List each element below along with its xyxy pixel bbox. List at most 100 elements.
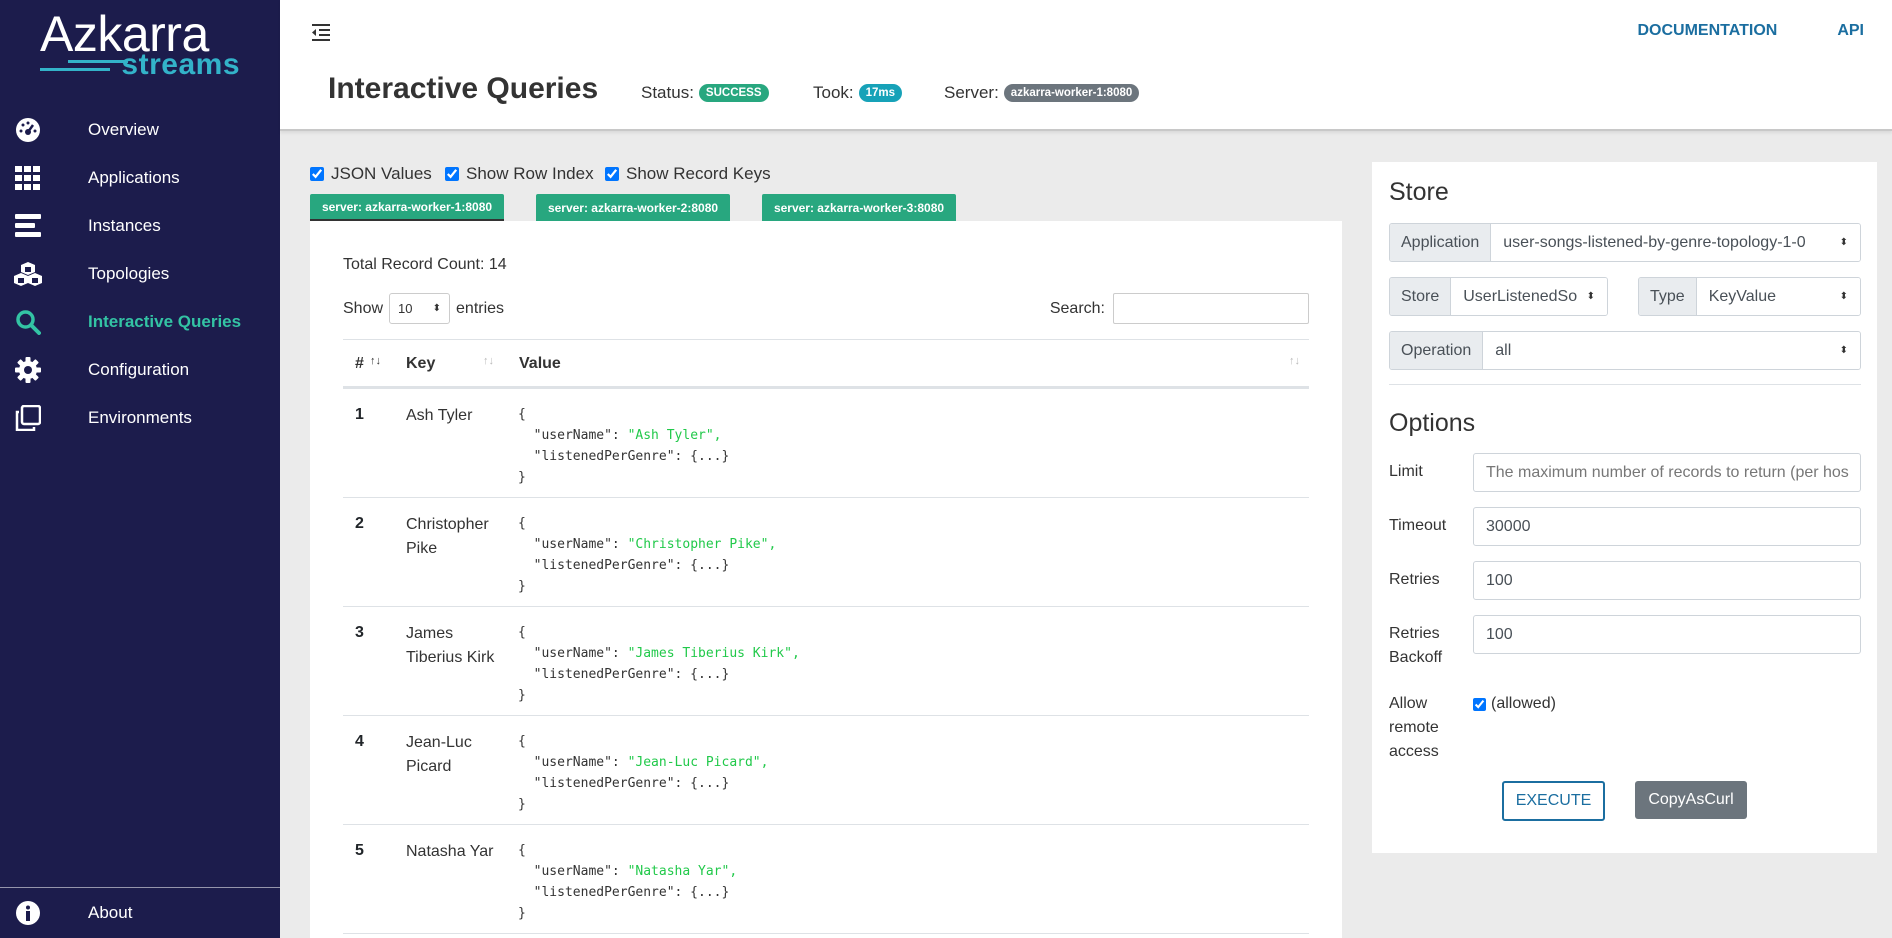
row-key: James Tiberius Kirk <box>406 625 495 666</box>
column-header-value[interactable]: Value <box>519 355 561 373</box>
operation-select-group: Operation all ⬍ <box>1389 331 1861 370</box>
sidebar-item-environments[interactable]: Environments <box>0 394 280 442</box>
store-select-group: Store UserListenedSo ⬍ <box>1389 277 1608 316</box>
retries-input[interactable]: 100 <box>1473 561 1861 600</box>
json-brace: { <box>518 625 526 640</box>
updown-icon: ⬍ <box>432 303 442 314</box>
record-count: Total Record Count: 14 <box>343 256 507 273</box>
json-field-username: "userName": <box>518 864 628 879</box>
json-values-option[interactable]: JSON Values <box>310 164 432 184</box>
allow-remote-label: Allow remote access <box>1389 695 1439 760</box>
sidebar: Azkarra streams Overview Applications In… <box>0 0 280 938</box>
limit-input[interactable]: The maximum number of records to return … <box>1473 453 1861 492</box>
gear-icon <box>14 356 42 384</box>
row-value: { "userName": "Christopher Pike", "liste… <box>518 513 776 597</box>
updown-icon: ⬍ <box>1839 345 1848 356</box>
entries-select[interactable]: 10 ⬍ <box>389 293 451 324</box>
sidebar-item-label: Configuration <box>88 360 190 379</box>
clone-icon <box>14 404 42 432</box>
row-value: { "userName": "Ash Tyler", "listenedPerG… <box>518 404 729 488</box>
sidebar-item-label: Topologies <box>88 264 170 283</box>
search-icon <box>14 308 42 336</box>
server-tab-3[interactable]: server: azkarra-worker-3:8080 <box>762 194 956 222</box>
show-record-keys-checkbox[interactable] <box>605 167 619 181</box>
entries-length-control: Show 10 ⬍ entries <box>343 293 504 324</box>
operation-select[interactable]: all ⬍ <box>1483 332 1860 369</box>
server-tab-1[interactable]: server: azkarra-worker-1:8080 <box>310 194 504 222</box>
json-field-username: "userName": <box>518 537 628 552</box>
column-header-key[interactable]: Key <box>406 355 435 373</box>
search-input[interactable] <box>1113 293 1309 324</box>
limit-label: Limit <box>1389 463 1423 480</box>
sort-icon: ↑↓ <box>1289 355 1300 367</box>
azkarra-logo[interactable]: Azkarra streams <box>40 6 250 80</box>
json-brace: } <box>518 906 526 921</box>
retries-label: Retries <box>1389 571 1440 588</box>
info-icon <box>14 899 42 927</box>
updown-icon: ⬍ <box>1839 237 1848 248</box>
updown-icon: ⬍ <box>1839 291 1848 302</box>
took-meta: Took: 17ms <box>813 83 903 103</box>
row-value: { "userName": "Natasha Yar", "listenedPe… <box>518 840 737 924</box>
sidebar-item-instances[interactable]: Instances <box>0 202 280 250</box>
show-row-index-checkbox[interactable] <box>445 167 459 181</box>
sidebar-toggle-button[interactable] <box>310 22 334 46</box>
show-row-index-option[interactable]: Show Row Index <box>445 164 594 184</box>
sidebar-item-topologies[interactable]: Topologies <box>0 250 280 298</box>
column-header-index[interactable]: # <box>355 355 364 373</box>
page-header: DOCUMENTATION API Interactive Queries St… <box>280 0 1892 131</box>
entries-label: entries <box>456 299 505 317</box>
row-index: 1 <box>355 406 364 423</box>
status-badge: SUCCESS <box>698 84 769 102</box>
store-value: UserListenedSo <box>1463 287 1578 305</box>
application-select[interactable]: user-songs-listened-by-genre-topology-1-… <box>1491 224 1860 261</box>
row-key: Christopher Pike <box>406 516 489 557</box>
timeout-input[interactable]: 30000 <box>1473 507 1861 546</box>
documentation-link[interactable]: DOCUMENTATION <box>1637 22 1777 40</box>
row-key: Natasha Yar <box>406 843 494 860</box>
query-panel: Store Application user-songs-listened-by… <box>1372 162 1877 853</box>
server-badge: azkarra-worker-1:8080 <box>1003 84 1140 102</box>
json-brace: } <box>518 579 526 594</box>
logo-word-streams: streams <box>121 48 240 81</box>
divider <box>1389 384 1861 385</box>
sidebar-item-interactive-queries[interactable]: Interactive Queries <box>0 298 280 346</box>
table-row: 4 Jean-Luc Picard { "userName": "Jean-Lu… <box>343 716 1309 825</box>
copy-as-curl-button[interactable]: CopyAsCurl <box>1635 781 1747 819</box>
store-select[interactable]: UserListenedSo ⬍ <box>1451 278 1607 315</box>
json-values-checkbox[interactable] <box>310 167 324 181</box>
sidebar-item-about[interactable]: About <box>0 887 280 938</box>
store-section-title: Store <box>1389 178 1449 206</box>
row-value: { "userName": "Jean-Luc Picard", "listen… <box>518 731 768 815</box>
retries-backoff-input[interactable]: 100 <box>1473 615 1861 654</box>
api-link[interactable]: API <box>1837 22 1864 40</box>
allow-remote-option[interactable]: (allowed) <box>1473 695 1556 713</box>
json-field-username: "userName": <box>518 646 628 661</box>
application-value: user-songs-listened-by-genre-topology-1-… <box>1503 233 1806 251</box>
sidebar-item-overview[interactable]: Overview <box>0 106 280 154</box>
json-string: "Jean-Luc Picard", <box>627 755 769 770</box>
type-select[interactable]: KeyValue ⬍ <box>1696 278 1860 315</box>
execute-button[interactable]: EXECUTE <box>1502 781 1605 821</box>
operation-value: all <box>1495 341 1512 359</box>
status-meta: Status: SUCCESS <box>641 83 769 103</box>
page-title: Interactive Queries <box>328 72 599 105</box>
json-string: "Natasha Yar", <box>627 864 738 879</box>
type-label: Type <box>1639 278 1697 315</box>
table-row: 2 Christopher Pike { "userName": "Christ… <box>343 498 1309 607</box>
server-tab-2[interactable]: server: azkarra-worker-2:8080 <box>536 194 730 222</box>
sidebar-nav: Overview Applications Instances Topologi… <box>0 106 280 442</box>
server-label: Server: <box>944 83 999 102</box>
logo-line <box>40 68 110 71</box>
sidebar-item-label: About <box>88 903 133 922</box>
allow-remote-checkbox[interactable] <box>1473 697 1486 711</box>
cubes-icon <box>14 260 42 288</box>
row-key: Jean-Luc Picard <box>406 734 472 775</box>
row-index: 5 <box>355 842 364 859</box>
row-index: 4 <box>355 733 364 750</box>
show-record-keys-option[interactable]: Show Record Keys <box>605 164 771 184</box>
sidebar-item-applications[interactable]: Applications <box>0 154 280 202</box>
sidebar-item-configuration[interactable]: Configuration <box>0 346 280 394</box>
json-brace: { <box>518 843 526 858</box>
table-row: 5 Natasha Yar { "userName": "Natasha Yar… <box>343 825 1309 934</box>
